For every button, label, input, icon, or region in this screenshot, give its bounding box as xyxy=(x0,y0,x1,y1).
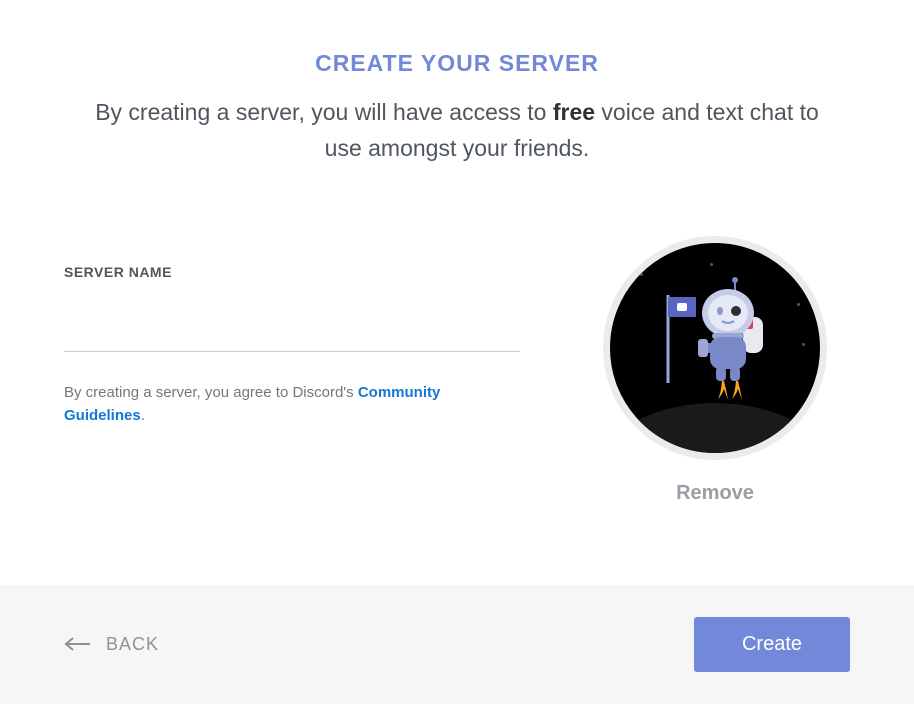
description-pre: By creating a server, you will have acce… xyxy=(95,99,553,125)
tos-text-suffix: . xyxy=(141,407,145,424)
server-icon-area: Remove xyxy=(580,236,850,505)
moon-surface-icon xyxy=(603,403,827,460)
back-button-label: BACK xyxy=(106,634,159,655)
star-icon xyxy=(710,263,713,266)
back-button[interactable]: BACK xyxy=(64,634,159,655)
clyde-robot-icon xyxy=(640,275,790,405)
modal-content: CREATE YOUR SERVER By creating a server,… xyxy=(0,0,914,585)
modal-description: By creating a server, you will have acce… xyxy=(64,95,850,166)
server-name-input[interactable] xyxy=(64,304,520,352)
tos-text-prefix: By creating a server, you agree to Disco… xyxy=(64,384,358,401)
server-icon-upload[interactable] xyxy=(603,236,827,460)
server-name-section: SERVER NAME By creating a server, you ag… xyxy=(64,236,520,427)
description-bold: free xyxy=(553,99,595,125)
modal-title: CREATE YOUR SERVER xyxy=(64,50,850,77)
star-icon xyxy=(797,303,800,306)
form-area: SERVER NAME By creating a server, you ag… xyxy=(64,236,850,505)
arrow-left-icon xyxy=(64,637,92,653)
server-name-label: SERVER NAME xyxy=(64,264,520,280)
modal-footer: BACK Create xyxy=(0,585,914,704)
tos-text: By creating a server, you agree to Disco… xyxy=(64,382,520,427)
create-button[interactable]: Create xyxy=(694,617,850,672)
star-icon xyxy=(802,343,805,346)
remove-icon-button[interactable]: Remove xyxy=(676,482,754,505)
